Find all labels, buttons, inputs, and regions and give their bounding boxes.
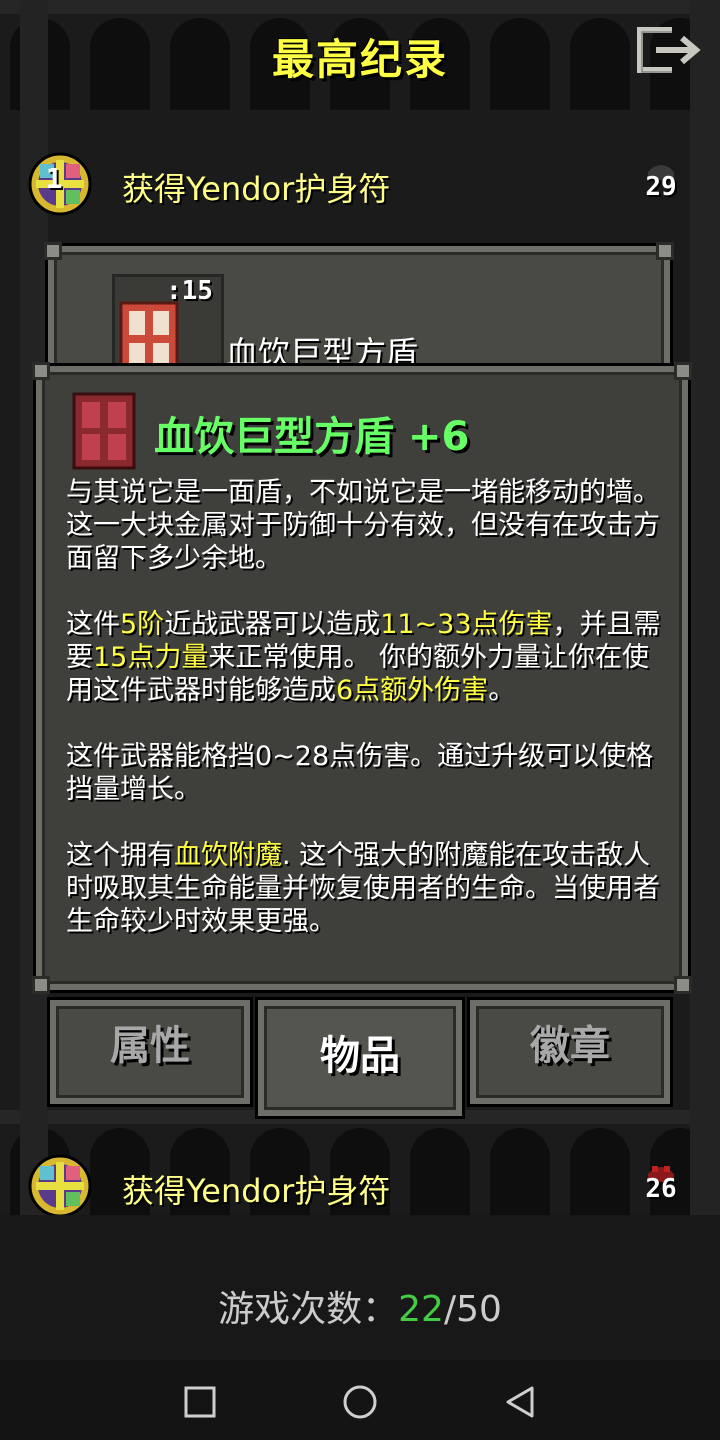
item-title: 血饮巨型方盾 +6	[154, 414, 470, 460]
record-level-number: 26	[645, 1174, 677, 1204]
tab-attributes[interactable]: 属性	[50, 1000, 250, 1104]
record-text: 获得Yendor护身符	[122, 170, 391, 208]
item-info-window: 血饮巨型方盾 +6 与其说它是一面盾，不如说它是一堵能移动的墙。这一大块金属对于…	[32, 362, 692, 994]
exit-icon	[637, 27, 701, 73]
description-paragraph: 这件武器能格挡0~28点伤害。通过升级可以使格挡量增长。	[66, 741, 654, 805]
window-corner	[32, 976, 50, 994]
item-quantity: :15	[166, 276, 213, 306]
item-list-window: :15 血饮巨型方盾	[44, 242, 674, 386]
window-corner	[32, 362, 50, 380]
games-total: /50	[443, 1289, 502, 1330]
window-corner	[674, 362, 692, 380]
recent-apps-icon[interactable]	[180, 1382, 220, 1422]
item-description: 与其说它是一面盾，不如说它是一堵能移动的墙。这一大块金属对于防御十分有效，但没有…	[66, 476, 666, 971]
games-label: 游戏次数：	[218, 1289, 399, 1330]
window-corner	[44, 242, 62, 260]
description-paragraph: 这个拥有血饮附魔. 这个强大的附魔能在攻击敌人时吸取其生命能量并恢复使用者的生命…	[66, 840, 660, 937]
record-text: 获得Yendor护身符	[122, 1172, 391, 1210]
back-icon[interactable]	[500, 1382, 540, 1422]
window-corner	[656, 242, 674, 260]
exit-button[interactable]	[632, 22, 704, 78]
amulet-icon	[28, 1154, 92, 1218]
page-title: 最高纪录	[271, 35, 448, 84]
home-icon[interactable]	[340, 1382, 380, 1422]
games-count: 22	[398, 1289, 444, 1330]
record-level: 29	[638, 158, 684, 218]
record-level-number: 29	[645, 172, 677, 202]
record-row[interactable]: 1 获得Yendor护身符 29	[0, 142, 720, 226]
shield-icon	[72, 392, 136, 470]
description-paragraph: 这件5阶近战武器可以造成11~33点伤害，并且需要15点力量来正常使用。 你的额…	[66, 609, 661, 706]
description-paragraph: 与其说它是一面盾，不如说它是一堵能移动的墙。这一大块金属对于防御十分有效，但没有…	[66, 477, 660, 574]
tab-badges[interactable]: 徽章	[470, 1000, 670, 1104]
games-played-counter: 游戏次数：22/50	[0, 1280, 720, 1332]
record-level: 26	[638, 1160, 684, 1220]
record-rank: 1	[45, 162, 63, 195]
window-corner	[674, 976, 692, 994]
system-navigation-bar	[0, 1360, 720, 1440]
tab-items[interactable]: 物品	[258, 1000, 462, 1116]
